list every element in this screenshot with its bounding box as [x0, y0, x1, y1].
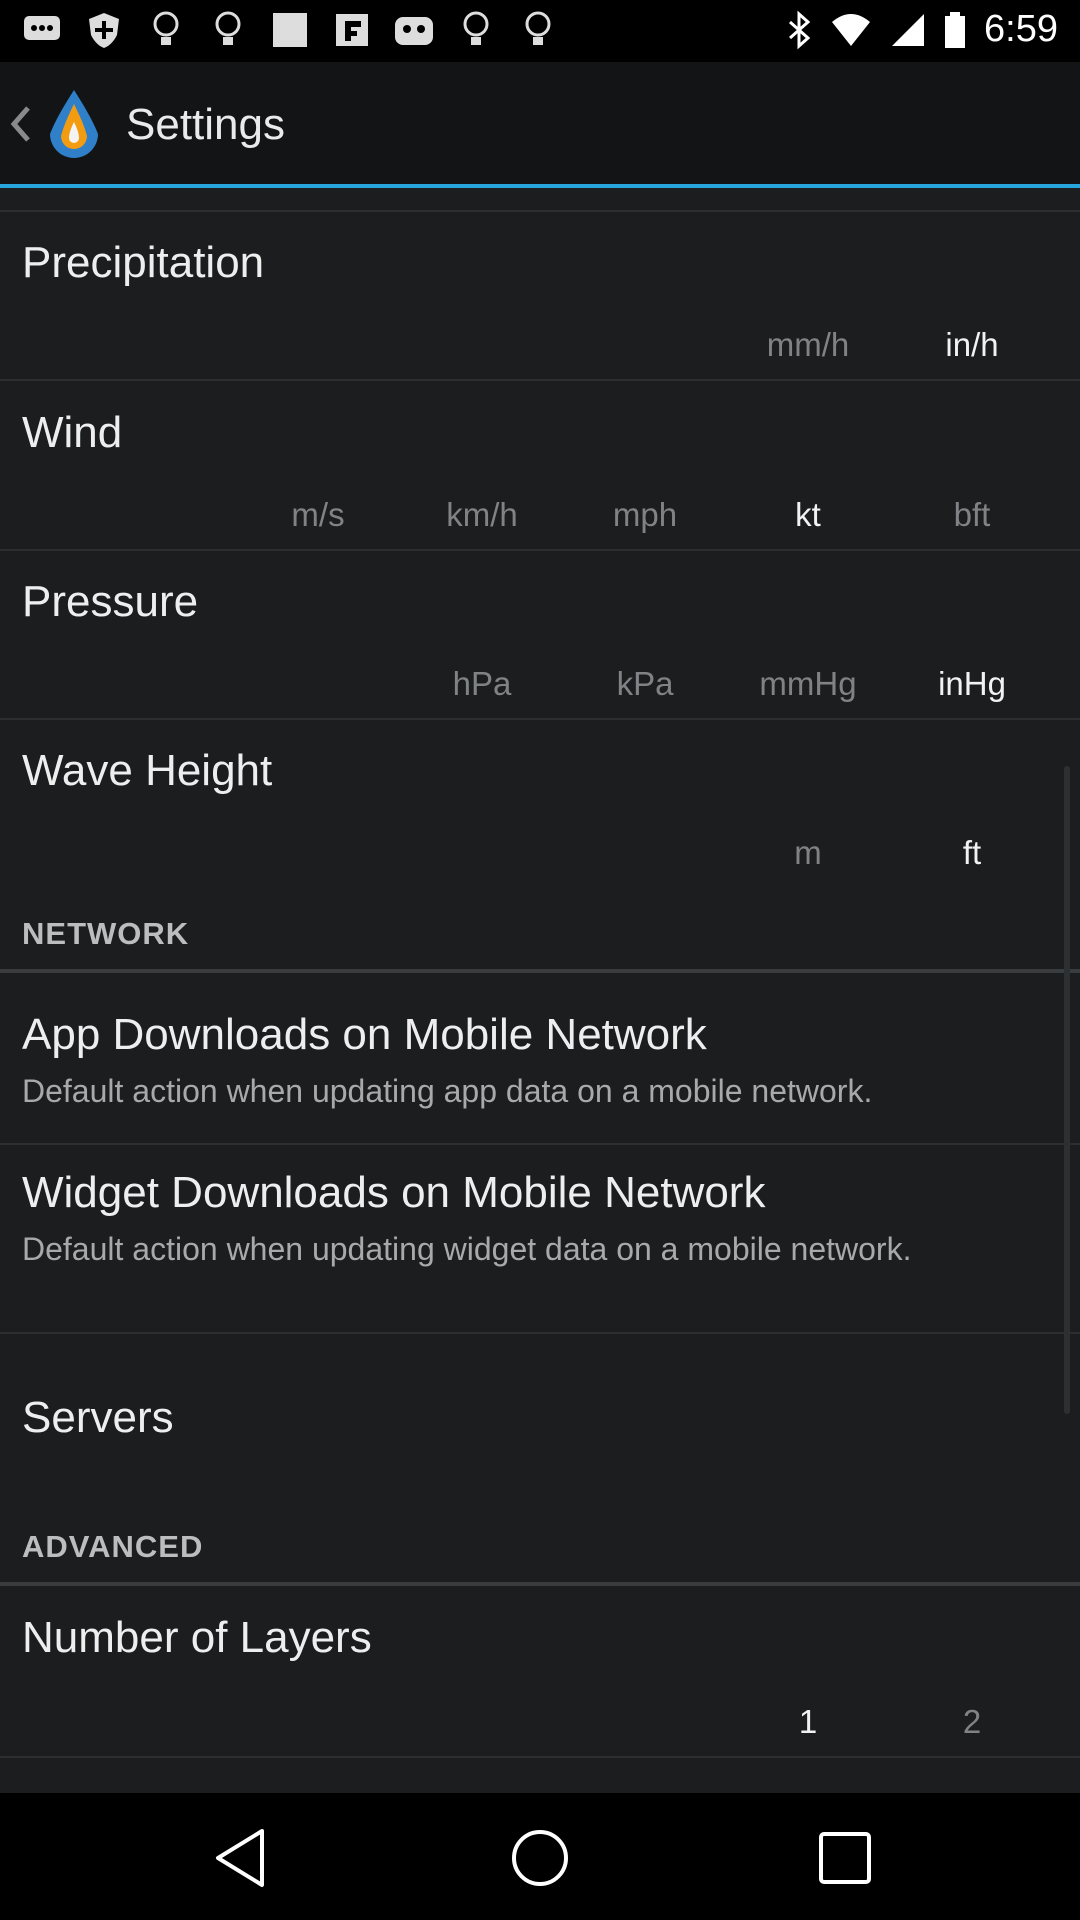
servers-title[interactable]: Servers [22, 1393, 174, 1443]
app-downloads-title[interactable]: App Downloads on Mobile Network [22, 1010, 707, 1060]
wind-option-ms[interactable]: m/s [291, 496, 344, 534]
number-of-layers-title: Number of Layers [22, 1613, 372, 1662]
section-divider [0, 969, 1080, 973]
widget-downloads-title[interactable]: Widget Downloads on Mobile Network [22, 1168, 765, 1218]
bulb-icon [208, 10, 248, 50]
battery-icon [945, 11, 966, 48]
back-chevron-icon[interactable] [8, 104, 34, 144]
bulb-icon [456, 10, 496, 50]
widget-downloads-subtitle: Default action when updating widget data… [22, 1231, 912, 1267]
wave-height-option-m[interactable]: m [794, 834, 822, 872]
wave-height-title: Wave Height [22, 746, 273, 795]
app-downloads-subtitle: Default action when updating app data on… [22, 1073, 873, 1109]
precipitation-option-mmh[interactable]: mm/h [767, 326, 850, 364]
pressure-option-hpa[interactable]: hPa [453, 665, 512, 703]
pressure-option-inhg[interactable]: inHg [938, 665, 1006, 703]
divider [0, 718, 1080, 720]
back-triangle-icon [216, 1829, 264, 1887]
divider [0, 549, 1080, 551]
layers-option-2[interactable]: 2 [963, 1703, 981, 1741]
system-icons: 6:59 [786, 8, 1058, 51]
shield-icon [84, 10, 124, 50]
divider [0, 1332, 1080, 1334]
game-icon [394, 10, 434, 50]
pressure-option-kpa[interactable]: kPa [617, 665, 674, 703]
flipboard-icon [332, 10, 372, 50]
navigation-bar [0, 1793, 1080, 1920]
section-divider [0, 1582, 1080, 1586]
app-logo-icon[interactable] [42, 86, 106, 166]
image-icon [270, 10, 310, 50]
back-button[interactable] [205, 1823, 275, 1893]
wave-height-option-ft[interactable]: ft [963, 834, 981, 872]
divider [0, 1143, 1080, 1145]
wind-option-kmh[interactable]: km/h [446, 496, 518, 534]
divider [0, 210, 1080, 212]
wind-option-kt[interactable]: kt [795, 496, 821, 534]
pressure-title: Pressure [22, 577, 199, 626]
wind-option-mph[interactable]: mph [613, 496, 677, 534]
divider [0, 1756, 1080, 1758]
page-title: Settings [126, 100, 285, 149]
wifi-icon [832, 13, 871, 46]
recents-button[interactable] [810, 1823, 880, 1893]
precipitation-title: Precipitation [22, 238, 265, 287]
layers-option-1[interactable]: 1 [799, 1703, 817, 1741]
recents-square-icon [819, 1832, 871, 1884]
pressure-option-mmhg[interactable]: mmHg [759, 665, 856, 703]
advanced-section-header: ADVANCED [22, 1529, 204, 1564]
precipitation-option-inh[interactable]: in/h [945, 326, 998, 364]
divider [0, 379, 1080, 381]
network-section-header: NETWORK [22, 916, 190, 951]
scrollbar[interactable] [1064, 766, 1070, 1414]
bluetooth-icon [789, 10, 811, 49]
bulb-icon [518, 10, 558, 50]
bulb-icon [146, 10, 186, 50]
signal-icon [892, 13, 925, 46]
clock: 6:59 [984, 8, 1058, 50]
notification-icons [22, 10, 558, 50]
wind-title: Wind [22, 408, 123, 457]
status-bar: 6:59 [0, 0, 1080, 62]
message-icon [22, 10, 62, 50]
home-button[interactable] [505, 1823, 575, 1893]
wind-option-bft[interactable]: bft [954, 496, 991, 534]
home-circle-icon [512, 1830, 568, 1886]
app-bar-accent-line [0, 184, 1080, 188]
